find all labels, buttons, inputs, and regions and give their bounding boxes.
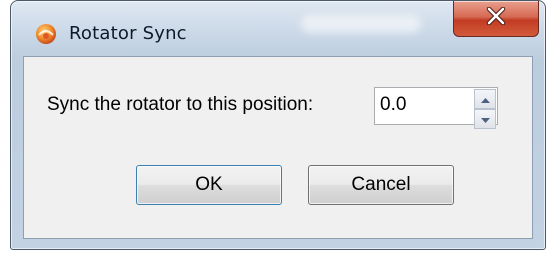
window-title: Rotator Sync bbox=[69, 23, 187, 44]
cancel-button[interactable]: Cancel bbox=[308, 165, 454, 205]
dialog-body: Sync the rotator to this position: 0.0 O… bbox=[23, 56, 533, 239]
decrement-button[interactable] bbox=[474, 109, 496, 129]
increment-button[interactable] bbox=[474, 89, 496, 109]
spin-arrows bbox=[474, 89, 496, 129]
position-spinbox[interactable]: 0.0 bbox=[374, 87, 498, 129]
arrow-up-icon bbox=[480, 90, 490, 108]
position-input[interactable]: 0.0 bbox=[380, 94, 406, 116]
arrow-down-icon bbox=[480, 110, 490, 128]
ok-button[interactable]: OK bbox=[136, 165, 282, 205]
background-window-title-blur bbox=[301, 15, 421, 33]
app-logo-icon bbox=[35, 23, 57, 45]
rotator-sync-dialog: Rotator Sync Sync the rotator to this po… bbox=[10, 0, 546, 250]
sync-position-label: Sync the rotator to this position: bbox=[47, 94, 314, 115]
close-button[interactable] bbox=[453, 1, 539, 37]
close-icon bbox=[486, 6, 506, 30]
